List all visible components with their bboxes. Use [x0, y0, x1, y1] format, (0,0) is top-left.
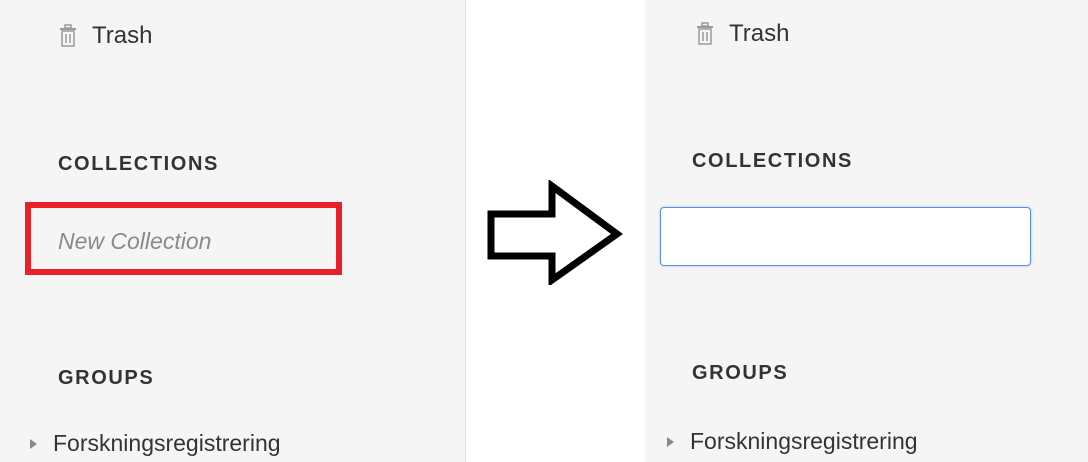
groups-heading: GROUPS: [58, 367, 155, 389]
triangle-right-icon[interactable]: [667, 436, 674, 447]
arrow-right-icon: [487, 180, 623, 285]
group-label: Forskningsregistrering: [53, 430, 281, 456]
sidebar-before: Trash COLLECTIONS New Collection GROUPS …: [0, 0, 466, 462]
collections-heading: COLLECTIONS: [692, 150, 853, 172]
group-item-forskningsregistrering[interactable]: Forskningsregistrering: [30, 430, 281, 457]
trash-label: Trash: [729, 20, 790, 47]
new-collection-input[interactable]: [660, 207, 1031, 266]
group-item-forskningsregistrering[interactable]: Forskningsregistrering: [667, 428, 918, 455]
groups-heading: GROUPS: [692, 362, 789, 384]
new-collection-button[interactable]: New Collection: [58, 228, 211, 255]
collections-heading: COLLECTIONS: [58, 153, 219, 175]
trash-icon: [697, 22, 713, 45]
sidebar-item-trash[interactable]: Trash: [695, 20, 789, 48]
triangle-right-icon[interactable]: [30, 438, 37, 449]
sidebar-after: Trash COLLECTIONS GROUPS Forskningsregis…: [645, 0, 1088, 462]
trash-icon: [60, 24, 76, 47]
trash-label: Trash: [92, 22, 153, 49]
group-label: Forskningsregistrering: [690, 428, 918, 454]
sidebar-item-trash[interactable]: Trash: [58, 22, 152, 50]
